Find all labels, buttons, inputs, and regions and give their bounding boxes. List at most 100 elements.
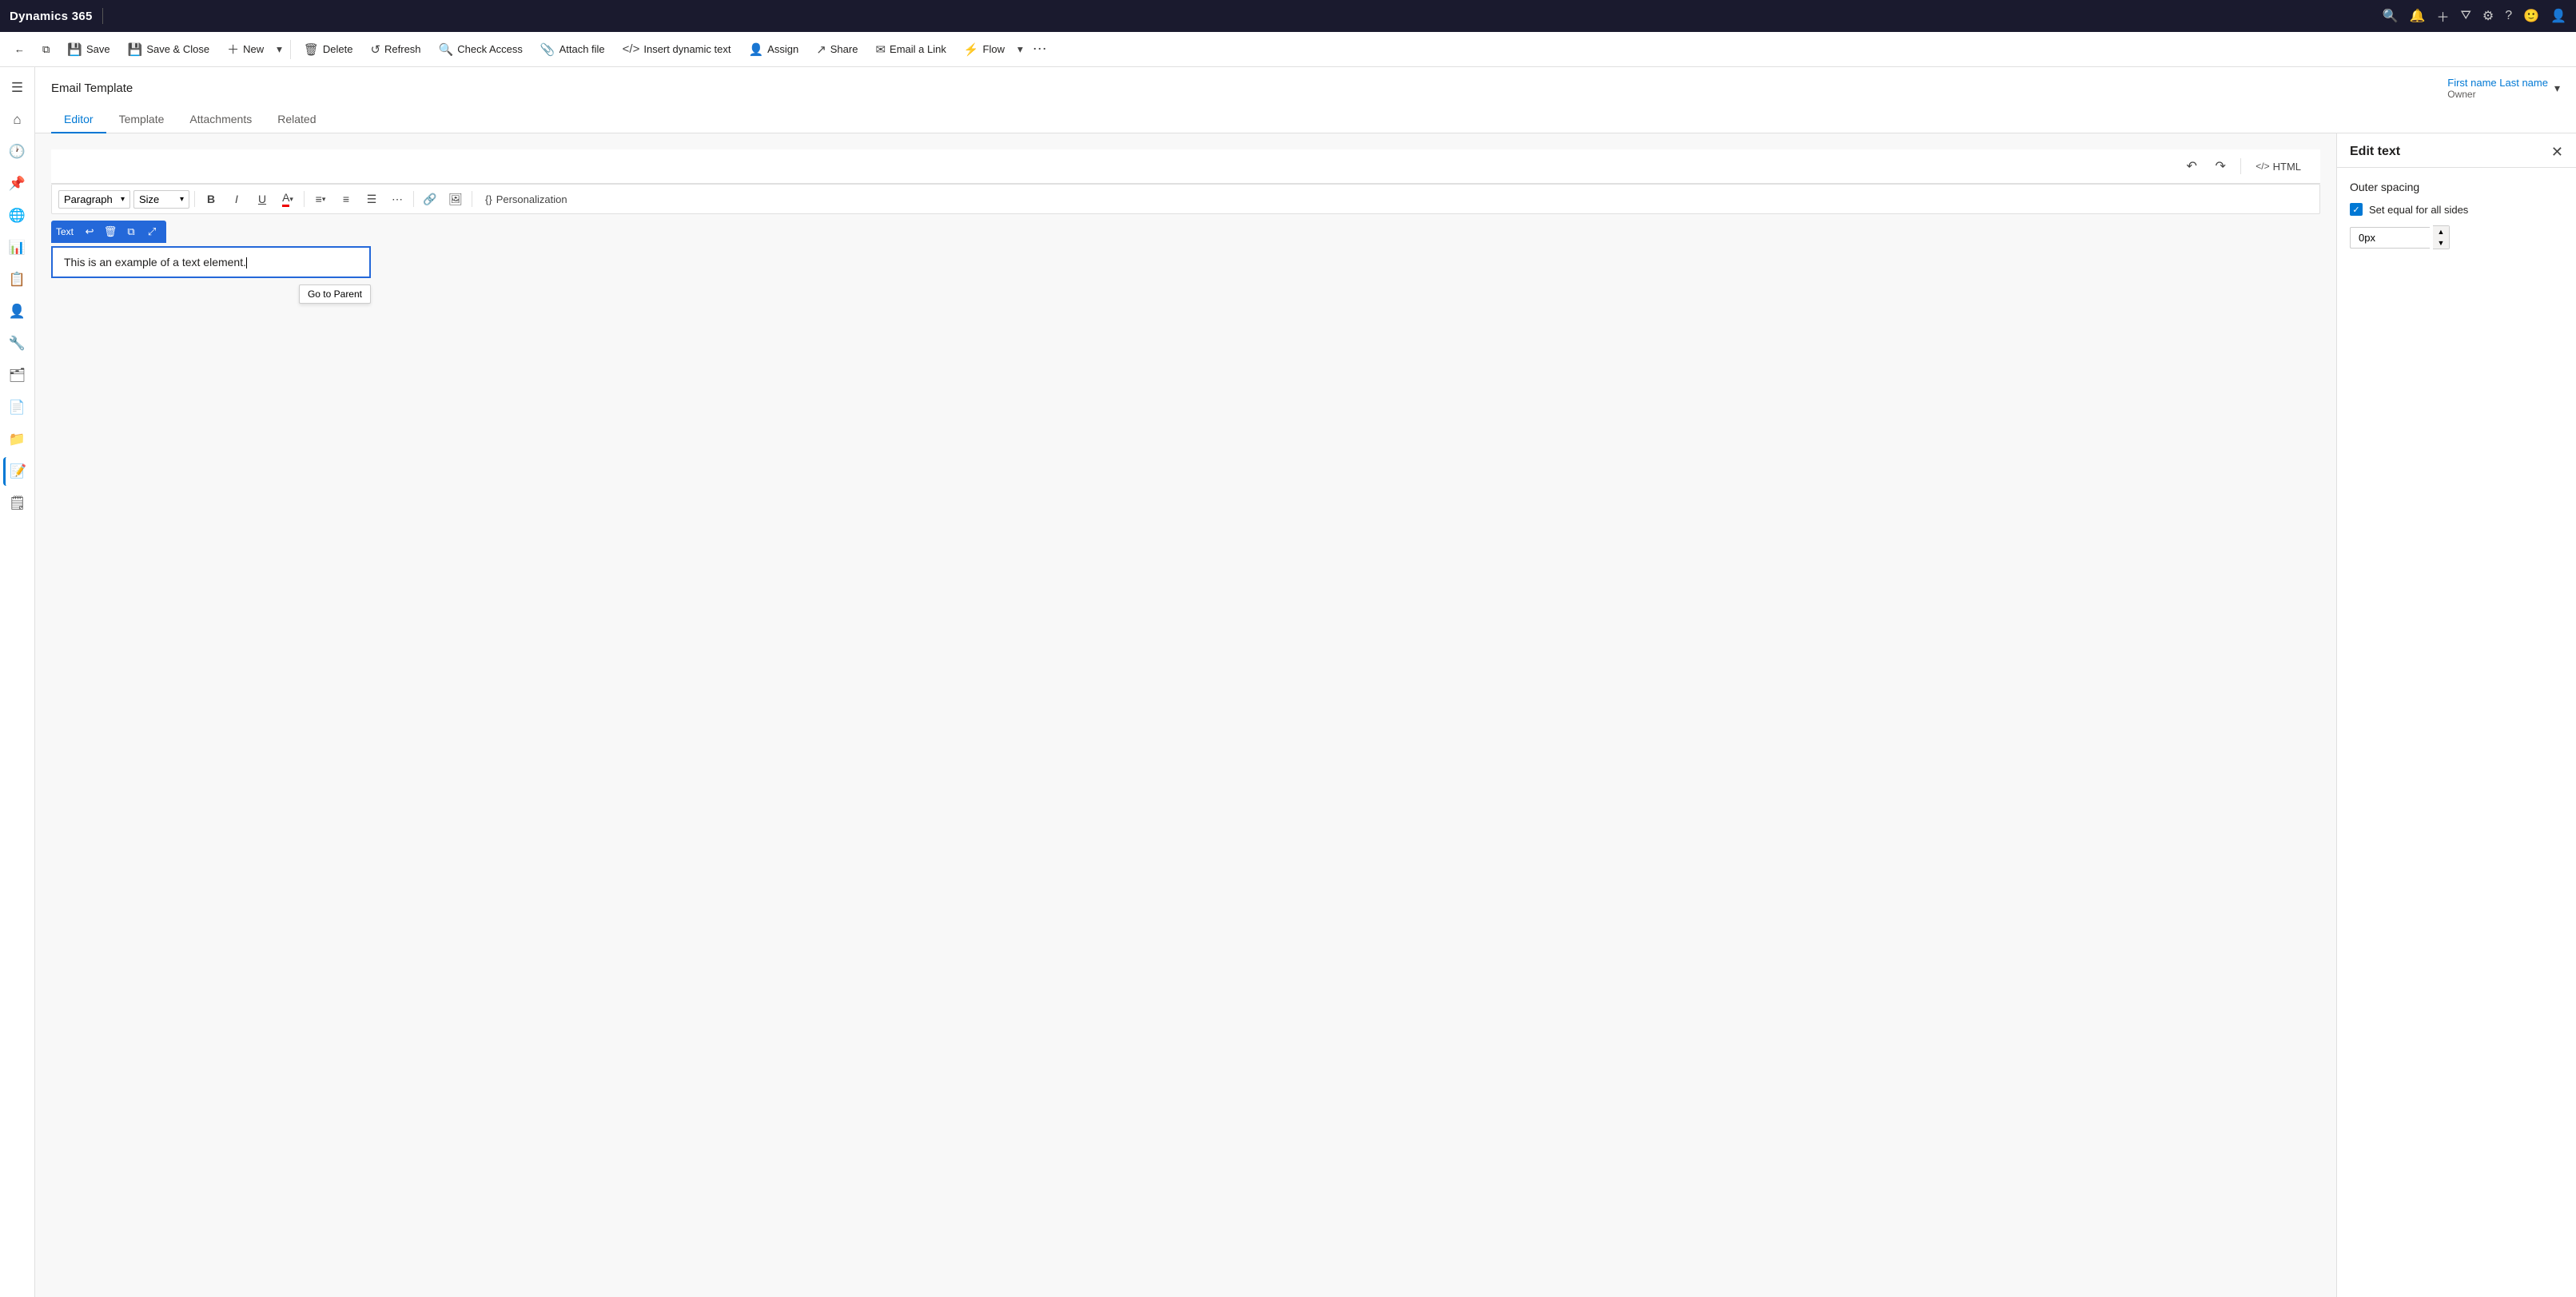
unordered-list-button[interactable]: ☰ [360,188,383,210]
right-panel-body: Outer spacing ✓ Set equal for all sides … [2337,168,2576,1297]
app-brand: Dynamics 365 [10,10,93,23]
italic-button[interactable]: I [225,188,248,210]
equal-sides-label: Set equal for all sides [2369,204,2468,216]
link-button[interactable]: 🔗 [419,188,441,210]
flow-button[interactable]: ⚡ Flow [956,39,1013,60]
align-button[interactable]: ≡ ▾ [309,188,332,210]
editor-topbar: ↶ ↷ </> HTML [51,149,2320,184]
editor-main: ↶ ↷ </> HTML Paragraph ▾ Size [35,133,2336,1297]
image-button[interactable]: 🖼 [444,188,467,210]
new-dropdown-button[interactable]: ▾ [273,40,285,59]
spacing-stepper: ▲ ▼ [2433,225,2450,249]
goto-parent-button[interactable]: Go to Parent [299,284,371,304]
filter-icon[interactable]: ⛛ [2460,9,2470,23]
emoji-icon[interactable]: 🙂 [2523,8,2539,24]
stepper-down-button[interactable]: ▼ [2433,237,2449,249]
top-nav-icons: 🔍 🔔 ＋ ⛛ ⚙ ? 🙂 👤 [2383,6,2566,26]
new-button[interactable]: ＋ New [219,38,272,61]
flow-dropdown-button[interactable]: ▾ [1014,40,1026,59]
sidebar-item-recent[interactable]: 🕐 [3,137,32,166]
flow-icon: ⚡ [964,42,979,57]
outer-spacing-label: Outer spacing [2350,181,2563,193]
check-access-button[interactable]: 🔍 Check Access [431,39,531,60]
text-block-copy-action[interactable]: ⧉ [121,222,141,241]
settings-icon[interactable]: ⚙ [2482,8,2494,24]
insert-dynamic-button[interactable]: </> Insert dynamic text [615,39,739,59]
new-icon: ＋ [227,41,239,58]
plus-icon[interactable]: ＋ [2436,6,2449,26]
owner-chevron-icon[interactable]: ▾ [2554,82,2560,95]
refresh-button[interactable]: ↺ Refresh [362,39,428,60]
text-block-move-action[interactable]: ⤢ [142,222,161,241]
right-panel-close-button[interactable]: ✕ [2551,145,2563,159]
sidebar-item-home[interactable]: ⌂ [3,105,32,134]
spacing-input[interactable] [2350,227,2430,249]
command-bar: ← ⧉ 💾 Save 💾 Save & Close ＋ New ▾ 🗑 Dele… [0,32,2576,67]
sidebar-item-notes[interactable]: 🗒 [3,489,32,518]
back-button[interactable]: ← [6,40,33,58]
undo-button[interactable]: ↶ [2180,154,2204,178]
page-header: Email Template First name Last name Owne… [35,67,2576,133]
sidebar-item-menu[interactable]: ☰ [3,74,32,102]
text-block-delete-action[interactable]: 🗑 [101,222,120,241]
sidebar-item-accounts[interactable]: 🔧 [3,329,32,358]
editor-container: ↶ ↷ </> HTML Paragraph ▾ Size [35,133,2576,1297]
sidebar: ☰ ⌂ 🕐 📌 🌐 📊 📋 👤 🔧 🗂 📄 📁 📝 🗒 [0,67,35,1297]
more-formatting-button[interactable]: ⋯ [386,188,408,210]
detach-button[interactable]: ⧉ [34,40,58,59]
page-title: Email Template [51,82,133,95]
text-block[interactable]: This is an example of a text element. [51,246,371,278]
more-commands-button[interactable]: ⋯ [1028,38,1052,61]
text-block-content[interactable]: This is an example of a text element. [64,256,246,269]
assign-button[interactable]: 👤 Assign [740,39,806,60]
toolbar-sep-2 [304,191,305,207]
right-panel: Edit text ✕ Outer spacing ✓ Set equal fo… [2336,133,2576,1297]
sidebar-item-lists[interactable]: 📋 [3,265,32,294]
save-icon: 💾 [67,42,82,57]
sidebar-item-files[interactable]: 📁 [3,425,32,454]
font-color-chevron: ▾ [289,195,293,204]
delete-button[interactable]: 🗑 Delete [296,39,361,60]
tab-attachments[interactable]: Attachments [177,106,265,133]
user-icon[interactable]: 👤 [2550,8,2566,24]
text-block-wrapper: Text ↩ 🗑 ⧉ ⤢ This is an example of a tex… [51,246,371,278]
sidebar-item-contacts[interactable]: 👤 [3,297,32,326]
text-cursor [246,257,247,269]
tab-related[interactable]: Related [265,106,328,133]
sidebar-item-tools[interactable]: 🗂 [3,361,32,390]
personalization-button[interactable]: {} Personalization [477,191,575,208]
share-button[interactable]: ↗ Share [808,39,866,60]
nav-divider [102,8,103,24]
check-access-icon: 🔍 [439,42,454,57]
equal-sides-checkbox[interactable]: ✓ [2350,203,2363,216]
save-button[interactable]: 💾 Save [59,39,117,60]
sidebar-item-templates[interactable]: 📝 [3,457,32,486]
bold-button[interactable]: B [200,188,222,210]
sidebar-item-pinned[interactable]: 📌 [3,169,32,198]
underline-button[interactable]: U [251,188,273,210]
text-block-back-action[interactable]: ↩ [80,222,99,241]
help-icon[interactable]: ? [2505,9,2512,23]
checkmark-icon: ✓ [2352,205,2359,215]
attach-file-button[interactable]: 📎 Attach file [532,39,613,60]
redo-button[interactable]: ↷ [2208,154,2232,178]
sidebar-item-documents[interactable]: 📄 [3,393,32,422]
owner-details: First name Last name Owner [2447,77,2548,100]
back-icon: ← [14,43,25,55]
stepper-up-button[interactable]: ▲ [2433,226,2449,237]
font-color-button[interactable]: A ▾ [277,188,299,210]
sidebar-item-apps[interactable]: 🌐 [3,201,32,230]
right-panel-title: Edit text [2350,145,2400,159]
email-link-button[interactable]: ✉ Email a Link [867,39,954,60]
search-icon[interactable]: 🔍 [2383,8,2399,24]
owner-name[interactable]: First name Last name [2447,77,2548,89]
html-button[interactable]: </> HTML [2249,157,2307,176]
paragraph-select[interactable]: Paragraph ▾ [58,190,130,209]
sidebar-item-dashboards[interactable]: 📊 [3,233,32,262]
bell-icon[interactable]: 🔔 [2410,8,2426,24]
ordered-list-button[interactable]: ≡ [335,188,357,210]
size-select[interactable]: Size ▾ [133,190,189,209]
save-close-button[interactable]: 💾 Save & Close [120,39,217,60]
tab-template[interactable]: Template [106,106,177,133]
tab-editor[interactable]: Editor [51,106,106,133]
